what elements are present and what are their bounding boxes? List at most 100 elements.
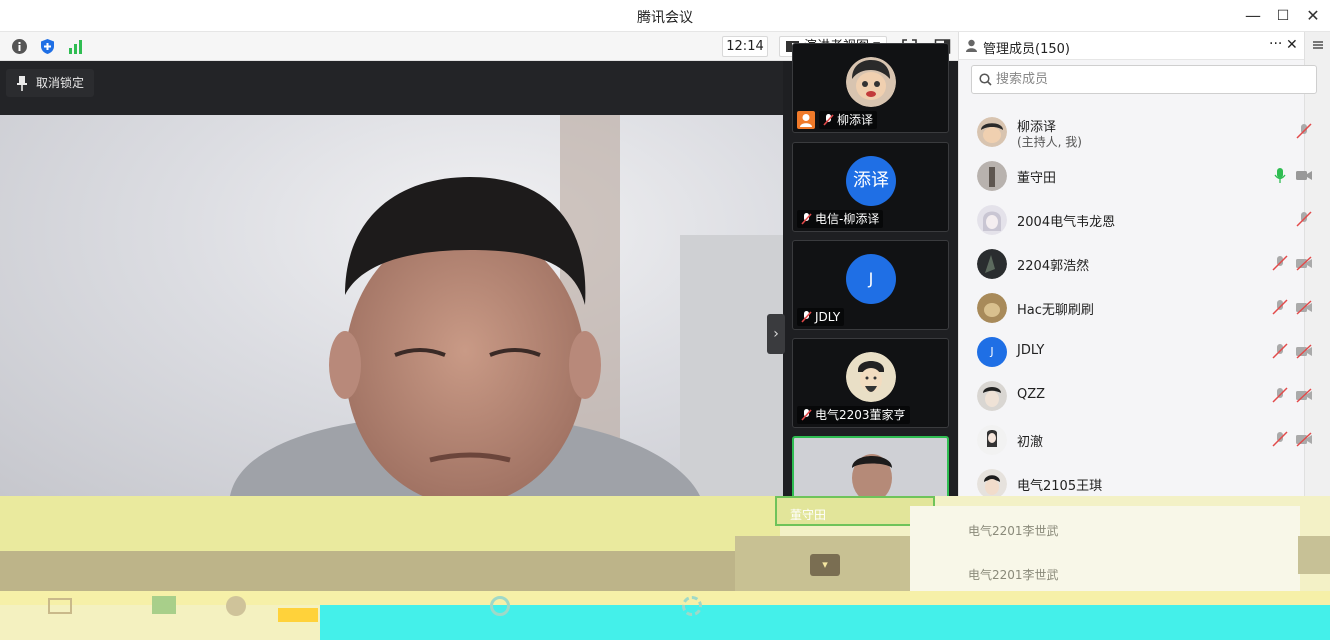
member-name: 2004电气韦龙恩 [1017, 215, 1116, 230]
member-text-avatar: J [977, 337, 1007, 367]
mic-on-icon[interactable] [1271, 166, 1289, 184]
glitch-band [1298, 536, 1330, 574]
record-toolbar-icon[interactable] [490, 596, 510, 616]
mic-muted-icon[interactable] [1295, 122, 1313, 140]
collapse-filmstrip-button[interactable]: › [767, 314, 785, 354]
security-shield-icon[interactable] [39, 38, 56, 55]
participant-name: 电信-柳添译 [815, 212, 880, 226]
camera-muted-icon[interactable] [1295, 386, 1313, 404]
mic-muted-icon [801, 409, 812, 421]
window-title: 腾讯会议 [637, 10, 693, 26]
member-row[interactable]: 初澈 [959, 418, 1312, 462]
member-name: Hac无聊刷刷 [1017, 303, 1094, 318]
glitched-bottom-region: 董守田 电气2201李世武 电气2201李世武 ▾ [0, 496, 1330, 640]
member-name: 电气2105王琪 [1017, 479, 1103, 494]
member-name: 初澈 [1017, 435, 1044, 450]
mic-muted-icon[interactable] [1295, 210, 1313, 228]
speaker-name-label: 董守田 [790, 508, 827, 522]
portrait-painting-avatar [846, 352, 896, 402]
members-toolbar-icon[interactable] [278, 608, 318, 622]
participant-tile[interactable]: 添译 电信-柳添译 [792, 142, 949, 232]
speaker-stage: 取消锁定 [0, 61, 783, 496]
member-avatar [977, 381, 1007, 411]
host-icon [797, 111, 815, 129]
meeting-window: 腾讯会议 — ☐ ✕ 12:14 演讲者视图 ▼ [0, 0, 1330, 640]
participant-tile[interactable]: J JDLY [792, 240, 949, 330]
member-row[interactable]: 董守田 [959, 154, 1312, 198]
participant-name-bar: 电信-柳添译 [797, 210, 884, 228]
camera-muted-icon[interactable] [1295, 430, 1313, 448]
member-name: JDLY [1017, 343, 1045, 358]
camera-muted-icon[interactable] [1295, 254, 1313, 272]
camera-toolbar-icon[interactable] [48, 598, 72, 614]
signal-strength-icon[interactable] [67, 38, 84, 55]
member-name: 董守田 [1017, 171, 1057, 186]
glitch-band [0, 496, 780, 551]
meeting-clock: 12:14 [722, 36, 768, 57]
glitch-band [0, 591, 1330, 605]
participant-name-bar: JDLY [797, 308, 845, 326]
maximize-button[interactable]: ☐ [1270, 4, 1296, 28]
cartoon-avatar [846, 57, 896, 107]
member-name: 电气2201李世武 [968, 568, 1059, 582]
title-bar: 腾讯会议 — ☐ ✕ [0, 0, 1330, 32]
member-row[interactable]: QZZ [959, 374, 1312, 418]
members-icon [966, 39, 977, 52]
pin-icon [17, 76, 27, 91]
member-name: 2204郭浩然 [1017, 259, 1090, 274]
mic-muted-icon[interactable] [1271, 430, 1289, 448]
minimize-button[interactable]: — [1240, 4, 1266, 28]
mic-muted-icon[interactable] [1271, 254, 1289, 272]
close-window-button[interactable]: ✕ [1300, 4, 1326, 28]
member-row[interactable]: 2204郭浩然 [959, 242, 1312, 286]
member-row[interactable]: Hac无聊刷刷 [959, 286, 1312, 330]
member-panel-header: 管理成员(150) ··· ✕ [959, 32, 1304, 60]
member-panel: 管理成员(150) ··· ✕ 搜索成员 柳添译 (主持人, 我) 董守田 20… [958, 32, 1330, 499]
member-row[interactable]: J JDLY [959, 330, 1312, 374]
speaker-person-image [230, 115, 783, 496]
member-avatar [977, 161, 1007, 191]
member-avatar [977, 425, 1007, 455]
speaker-video [0, 115, 783, 496]
unlock-pin-button[interactable]: 取消锁定 [6, 69, 95, 97]
mic-muted-icon[interactable] [1271, 298, 1289, 316]
member-row[interactable]: 柳添译 (主持人, 我) [959, 110, 1312, 154]
settings-toolbar-icon[interactable] [682, 596, 702, 616]
participant-tile[interactable]: 柳添译 [792, 43, 949, 133]
participant-tile[interactable]: 电气2203董家亨 [792, 338, 949, 428]
text-avatar: 添译 [846, 156, 896, 206]
participant-name: 电气2203董家亨 [815, 408, 906, 422]
mic-muted-icon[interactable] [1271, 386, 1289, 404]
mic-muted-icon [823, 114, 834, 126]
menu-icon[interactable] [1313, 41, 1323, 43]
more-options-button[interactable]: ··· [1269, 36, 1282, 52]
member-avatar [977, 205, 1007, 235]
mic-muted-icon[interactable] [1271, 342, 1289, 360]
participant-name-bar: 柳添译 [819, 111, 878, 129]
text-avatar: J [846, 254, 896, 304]
camera-off-icon[interactable] [1295, 166, 1313, 184]
security-toolbar-icon[interactable] [226, 596, 246, 616]
chevron-down-icon[interactable]: ▾ [810, 554, 840, 576]
info-icon[interactable] [11, 38, 28, 55]
share-screen-icon[interactable] [152, 596, 176, 614]
stage-header [0, 61, 783, 115]
speaker-thumbnail-image [852, 454, 892, 502]
mic-muted-icon [801, 213, 812, 225]
unlock-pin-label: 取消锁定 [36, 76, 85, 90]
member-row[interactable]: 2004电气韦龙恩 [959, 198, 1312, 242]
member-avatar [977, 249, 1007, 279]
participant-name: JDLY [815, 310, 841, 324]
member-name: QZZ [1017, 387, 1046, 402]
camera-muted-icon[interactable] [1295, 342, 1313, 360]
member-name: 电气2201李世武 [968, 524, 1059, 538]
member-avatar [977, 117, 1007, 147]
close-panel-button[interactable]: ✕ [1286, 37, 1298, 53]
camera-muted-icon[interactable] [1295, 298, 1313, 316]
member-search-input[interactable]: 搜索成员 [971, 65, 1317, 94]
member-avatar [977, 293, 1007, 323]
participant-name-bar: 电气2203董家亨 [797, 406, 910, 424]
member-panel-title: 管理成员(150) [983, 42, 1070, 57]
member-role: (主持人, 我) [1017, 135, 1082, 149]
member-avatar [977, 469, 1007, 499]
